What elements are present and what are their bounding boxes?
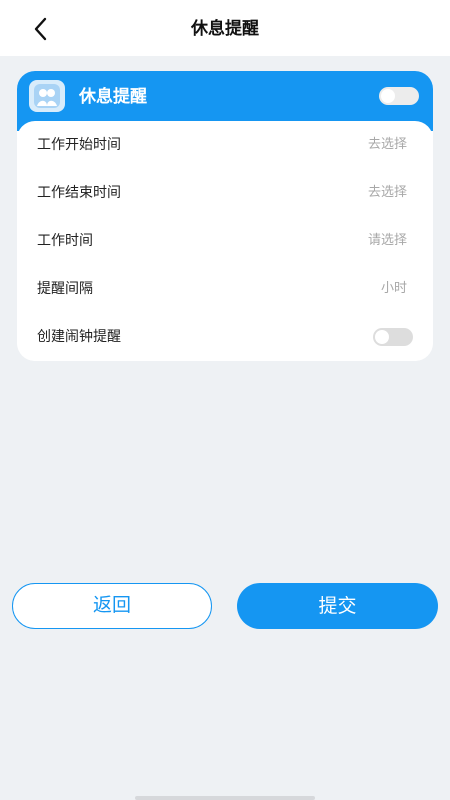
row-label: 工作时间: [37, 233, 93, 249]
rest-reminder-card: 休息提醒 工作开始时间 去选择 工作结束时间 去选择 工作时间 请选择 提醒间隔…: [17, 71, 433, 361]
nav-bar: 休息提醒: [0, 0, 450, 56]
create-alarm-toggle[interactable]: [373, 328, 413, 346]
rest-reminder-toggle[interactable]: [379, 87, 419, 105]
page-title: 休息提醒: [191, 19, 259, 39]
row-label: 工作结束时间: [37, 185, 121, 201]
row-work-start-time[interactable]: 工作开始时间 去选择: [17, 121, 433, 169]
row-label: 提醒间隔: [37, 281, 93, 297]
row-label: 工作开始时间: [37, 137, 121, 153]
row-create-alarm: 创建闹钟提醒: [17, 313, 433, 361]
toggle-knob: [381, 89, 395, 103]
row-value[interactable]: 去选择: [368, 183, 407, 203]
settings-list: 工作开始时间 去选择 工作结束时间 去选择 工作时间 请选择 提醒间隔 小时 创…: [17, 121, 433, 361]
row-work-end-time[interactable]: 工作结束时间 去选择: [17, 169, 433, 217]
row-label: 创建闹钟提醒: [37, 329, 121, 345]
row-value[interactable]: 去选择: [368, 135, 407, 155]
home-indicator: [135, 796, 315, 800]
row-reminder-interval[interactable]: 提醒间隔 小时: [17, 265, 433, 313]
reminder-app-icon: [29, 80, 65, 112]
card-title: 休息提醒: [79, 87, 147, 107]
row-value[interactable]: 小时: [381, 279, 407, 299]
row-work-duration[interactable]: 工作时间 请选择: [17, 217, 433, 265]
submit-button[interactable]: 提交: [237, 583, 438, 629]
row-value[interactable]: 请选择: [368, 231, 407, 251]
return-button[interactable]: 返回: [12, 583, 212, 629]
toggle-knob: [375, 330, 389, 344]
